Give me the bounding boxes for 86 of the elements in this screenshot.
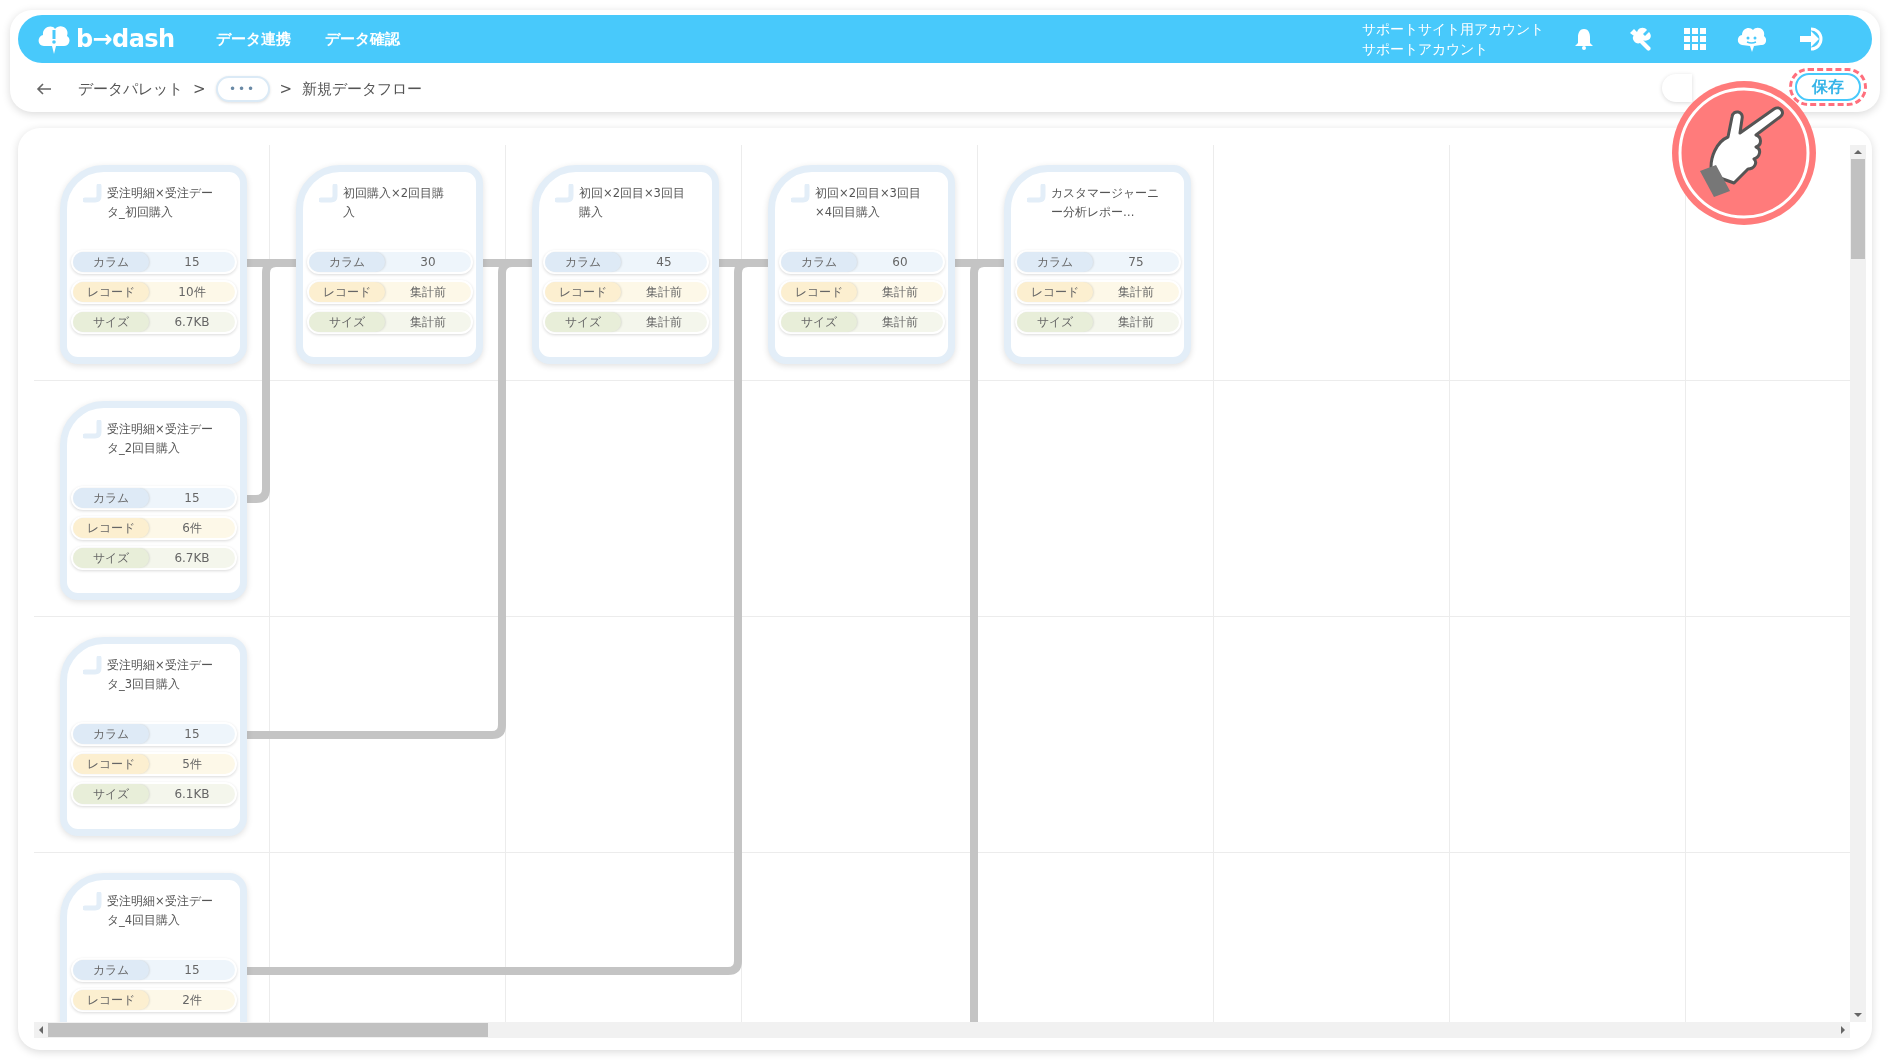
vertical-scrollbar[interactable] <box>1850 145 1866 1022</box>
scrollbar-thumb[interactable] <box>1851 159 1865 259</box>
stat-label: カラム <box>781 252 857 272</box>
stat-label: レコード <box>781 282 857 302</box>
stat-value: 30 <box>419 254 437 271</box>
folded-corner-icon <box>83 184 103 204</box>
folded-corner-icon <box>1027 184 1047 204</box>
stat-value: 15 <box>183 490 201 507</box>
stat-label: レコード <box>73 990 149 1010</box>
stat-value: 集計前 <box>1117 314 1155 331</box>
more-button[interactable]: ••• <box>215 76 270 102</box>
horizontal-scrollbar[interactable] <box>34 1022 1850 1038</box>
stat-value: 6.7KB <box>173 550 211 567</box>
data-node-card[interactable]: 受注明細×受注データ_4回目購入 カラム 15 レコード 2件 <box>60 873 247 1022</box>
cloud-face-icon[interactable] <box>1736 25 1768 53</box>
stat-label: サイズ <box>73 548 149 568</box>
logo-text: b→dash <box>76 24 175 55</box>
account-name: サポートアカウント <box>1362 40 1489 59</box>
account-name: サポートサイト用アカウント <box>1362 20 1544 39</box>
stat-label: サイズ <box>781 312 857 332</box>
stat-label: レコード <box>73 518 149 538</box>
stat-label: レコード <box>1017 282 1093 302</box>
node-title: 受注明細×受注データ_初回購入 <box>107 185 214 221</box>
stat-value: 集計前 <box>1117 284 1155 301</box>
stat-label: カラム <box>73 252 149 272</box>
stat-value: 15 <box>183 726 201 743</box>
stat-value: 集計前 <box>645 314 683 331</box>
folded-corner-icon <box>83 656 103 676</box>
breadcrumb-current: 新規データフロー <box>302 78 423 100</box>
stat-label: サイズ <box>309 312 385 332</box>
stat-value: 集計前 <box>409 284 447 301</box>
data-node-card[interactable]: カスタマージャーニー分析レポー… カラム 75 レコード 集計前 サイズ 集計前 <box>1004 165 1191 364</box>
stat-value: 2件 <box>181 992 203 1009</box>
scrollbar-thumb[interactable] <box>48 1023 488 1037</box>
stat-value: 5件 <box>181 756 203 773</box>
stat-label: サイズ <box>73 312 149 332</box>
node-title: 受注明細×受注データ_4回目購入 <box>107 893 214 929</box>
stat-label: サイズ <box>545 312 621 332</box>
breadcrumb-link[interactable]: データパレット <box>78 77 183 101</box>
stat-label: レコード <box>545 282 621 302</box>
back-arrow-icon[interactable] <box>36 82 52 96</box>
stat-label: レコード <box>309 282 385 302</box>
stat-label: カラム <box>545 252 621 272</box>
stat-value: 集計前 <box>409 314 447 331</box>
stat-label: サイズ <box>73 784 149 804</box>
stat-value: 45 <box>655 254 673 271</box>
stat-value: 6.1KB <box>173 786 211 803</box>
node-title: 受注明細×受注データ_2回目購入 <box>107 421 214 457</box>
stat-label: レコード <box>73 282 149 302</box>
breadcrumb-separator: > <box>193 78 206 100</box>
stat-value: 集計前 <box>881 314 919 331</box>
node-title: 初回×2回目×3回目×4回目購入 <box>815 185 922 221</box>
stat-value: 集計前 <box>881 284 919 301</box>
stat-label: カラム <box>309 252 385 272</box>
stat-value: 15 <box>183 962 201 979</box>
data-node-card[interactable]: 初回購入×2回目購入 カラム 30 レコード 集計前 サイズ 集計前 <box>296 165 483 364</box>
stat-label: カラム <box>73 724 149 744</box>
node-title: 初回×2回目×3回目購入 <box>579 185 686 221</box>
data-node-card[interactable]: 初回×2回目×3回目×4回目購入 カラム 60 レコード 集計前 サイズ 集計前 <box>768 165 955 364</box>
data-node-card[interactable]: 初回×2回目×3回目購入 カラム 45 レコード 集計前 サイズ 集計前 <box>532 165 719 364</box>
folded-corner-icon <box>791 184 811 204</box>
folded-corner-icon <box>555 184 575 204</box>
zoom-control[interactable] <box>1662 74 1692 102</box>
data-node-card[interactable]: 受注明細×受注データ_3回目購入 カラム 15 レコード 5件 サイズ 6.1KB <box>60 637 247 836</box>
stat-label: カラム <box>73 960 149 980</box>
stat-label: レコード <box>73 754 149 774</box>
stat-label: サイズ <box>1017 312 1093 332</box>
node-title: 受注明細×受注データ_3回目購入 <box>107 657 214 693</box>
stat-value: 60 <box>891 254 909 271</box>
stat-value: 10件 <box>177 284 207 301</box>
stat-value: 6.7KB <box>173 314 211 331</box>
folded-corner-icon <box>83 420 103 440</box>
stat-value: 75 <box>1127 254 1145 271</box>
stat-value: 集計前 <box>645 284 683 301</box>
data-node-card[interactable]: 受注明細×受注データ_2回目購入 カラム 15 レコード 6件 サイズ 6.7KB <box>60 401 247 600</box>
grid-icon[interactable] <box>1684 28 1706 50</box>
node-title: カスタマージャーニー分析レポー… <box>1051 185 1160 221</box>
breadcrumb-separator: > <box>279 78 293 100</box>
data-node-card[interactable]: 受注明細×受注データ_初回購入 カラム 15 レコード 10件 サイズ 6.7KB <box>60 165 247 364</box>
stat-label: カラム <box>1017 252 1093 272</box>
folded-corner-icon <box>319 184 339 204</box>
stat-value: 6件 <box>181 520 203 537</box>
stat-value: 15 <box>183 254 201 271</box>
folded-corner-icon <box>83 892 103 912</box>
stat-label: カラム <box>73 488 149 508</box>
node-title: 初回購入×2回目購入 <box>343 185 445 221</box>
